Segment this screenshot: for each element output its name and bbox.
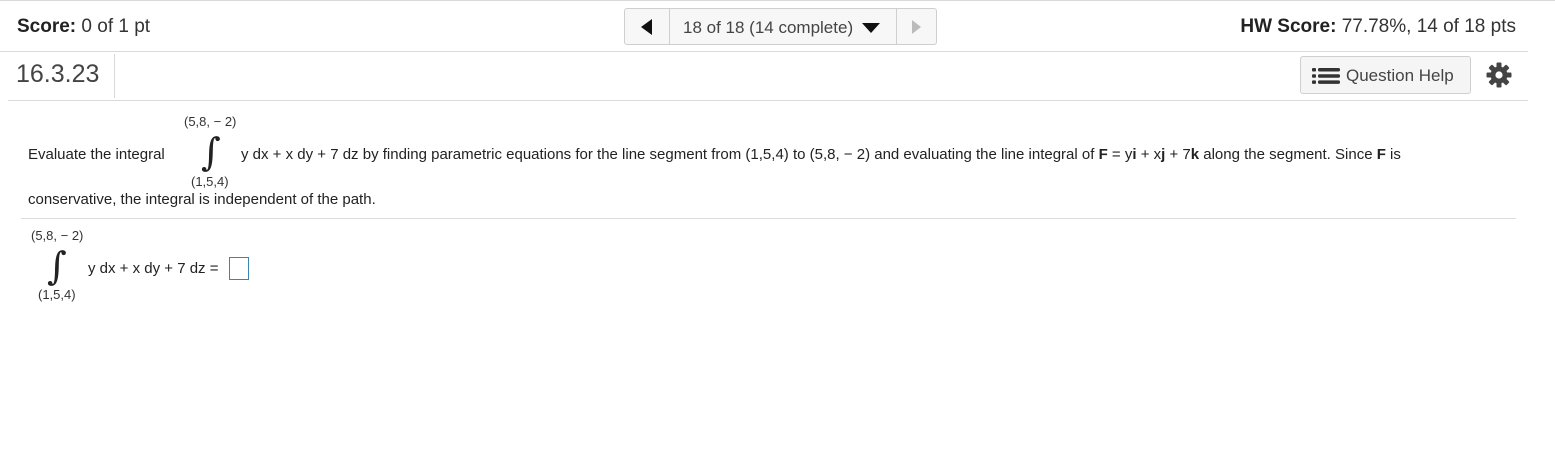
problem-line-1: y dx + x dy + 7 dz by finding parametric… bbox=[241, 146, 1401, 163]
dropdown-caret-icon bbox=[862, 23, 880, 33]
score-value: 0 of 1 pt bbox=[81, 16, 151, 37]
problem-text: is bbox=[1385, 146, 1401, 163]
previous-question-button[interactable] bbox=[625, 9, 670, 44]
separator bbox=[21, 218, 1516, 219]
hw-score-value: 77.78%, 14 of 18 pts bbox=[1341, 16, 1516, 37]
problem-text: = y bbox=[1107, 146, 1133, 163]
question-dropdown[interactable]: 18 of 18 (14 complete) bbox=[670, 9, 897, 44]
problem-line-2: conservative, the integral is independen… bbox=[28, 191, 376, 208]
prev-triangle-icon bbox=[641, 19, 652, 35]
question-position: 18 of 18 (14 complete) bbox=[683, 18, 854, 37]
problem-text: along the segment. Since bbox=[1199, 146, 1377, 163]
score: Score: 0 of 1 pt bbox=[17, 16, 150, 38]
question-help-label: Question Help bbox=[1346, 66, 1454, 85]
answer-lower-limit: (1,5,4) bbox=[38, 287, 76, 302]
next-triangle-icon bbox=[912, 20, 921, 34]
vector-f: F bbox=[1376, 146, 1386, 163]
unit-k: k bbox=[1190, 146, 1200, 163]
question-help-button[interactable]: Question Help bbox=[1300, 56, 1471, 94]
score-label: Score: bbox=[17, 16, 77, 37]
answer-upper-limit: (5,8, − 2) bbox=[31, 228, 84, 243]
problem-text: + 7 bbox=[1165, 146, 1191, 163]
answer-integrand: y dx + x dy + 7 dz = bbox=[88, 260, 219, 277]
list-icon bbox=[1312, 68, 1340, 84]
question-navigator: 18 of 18 (14 complete) bbox=[624, 8, 937, 45]
lower-limit: (1,5,4) bbox=[191, 174, 229, 189]
gear-icon[interactable] bbox=[1485, 61, 1513, 89]
divider bbox=[114, 54, 115, 98]
problem-intro: Evaluate the integral bbox=[28, 146, 165, 163]
vector-f: F bbox=[1098, 146, 1108, 163]
problem-text: + x bbox=[1136, 146, 1162, 163]
question-number: 16.3.23 bbox=[16, 60, 100, 88]
hw-score: HW Score: 77.78%, 14 of 18 pts bbox=[1240, 16, 1516, 38]
answer-input[interactable] bbox=[229, 257, 249, 280]
problem-text: y dx + x dy + 7 dz by finding parametric… bbox=[241, 146, 1099, 163]
integral-icon: ∫ bbox=[47, 244, 67, 288]
score-header: Score: 0 of 1 pt 18 of 18 (14 complete) … bbox=[0, 1, 1528, 52]
integral-icon: ∫ bbox=[201, 130, 221, 174]
question-header: 16.3.23 Question Help bbox=[8, 52, 1528, 101]
next-question-button[interactable] bbox=[897, 9, 936, 44]
hw-score-label: HW Score: bbox=[1240, 16, 1337, 37]
upper-limit: (5,8, − 2) bbox=[184, 114, 237, 129]
